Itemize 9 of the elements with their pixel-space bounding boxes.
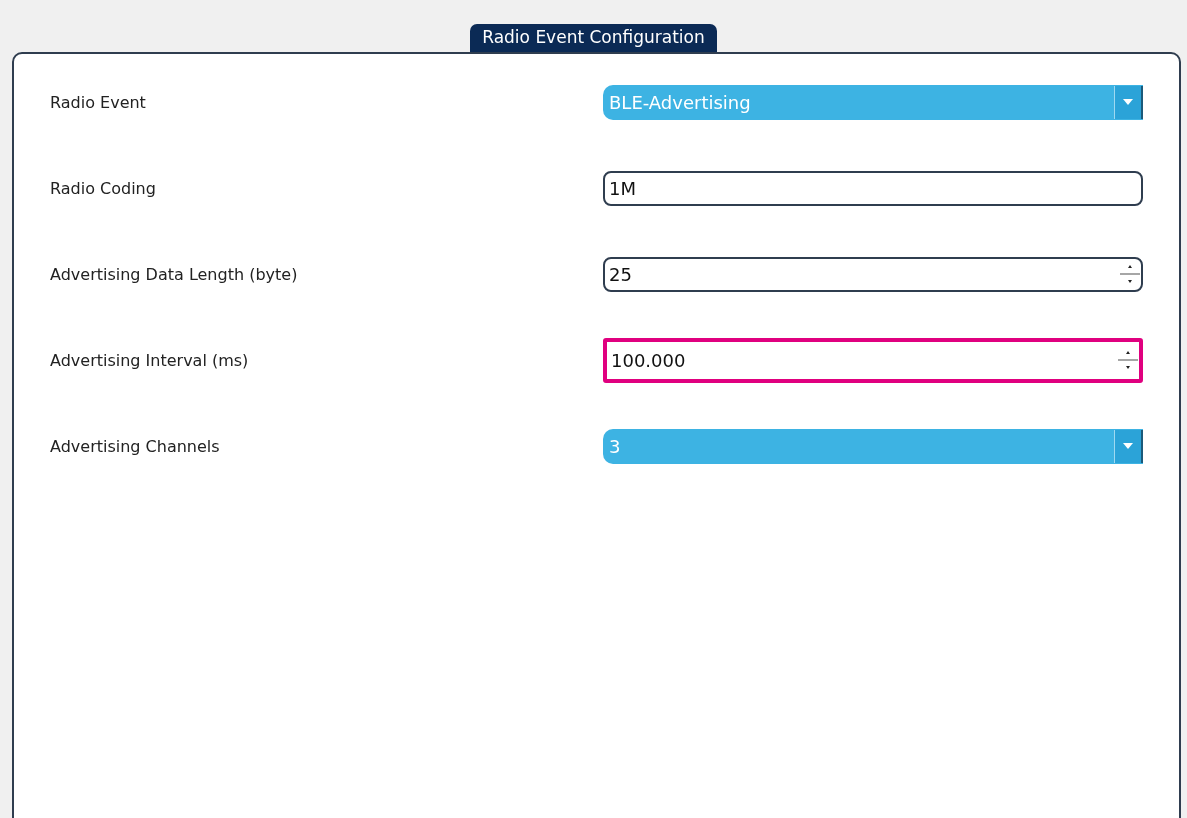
field-label: Radio Event [50, 92, 146, 112]
panel-title: Radio Event Configuration [470, 24, 717, 52]
field-label: Advertising Interval (ms) [50, 350, 249, 370]
spinner-field[interactable]: 25 [603, 256, 1143, 292]
field-label: Radio Coding [50, 178, 156, 198]
field-label: Advertising Data Length (byte) [50, 264, 298, 284]
spinner-field[interactable]: 100.000 [603, 337, 1143, 383]
input-field[interactable]: 1M [603, 170, 1143, 206]
field-label: Advertising Channels [50, 436, 220, 456]
